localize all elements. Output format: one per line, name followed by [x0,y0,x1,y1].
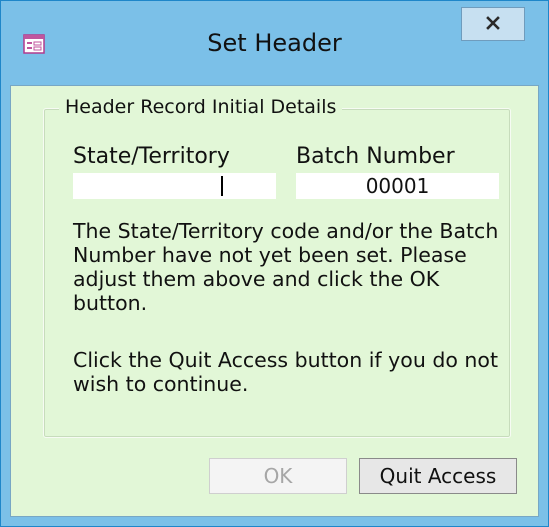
title-bar[interactable]: Set Header [1,1,548,85]
group-title: Header Record Initial Details [59,96,343,118]
quit-access-button[interactable]: Quit Access [359,458,517,494]
state-territory-combobox[interactable] [73,173,327,199]
not-set-message: The State/Territory code and/or the Batc… [73,219,499,315]
dialog-window: Set Header Header Record Initial Details… [0,0,549,527]
close-button[interactable] [461,7,525,41]
quit-instructions-message: Click the Quit Access button if you do n… [73,348,498,396]
batch-number-label: Batch Number [296,144,455,169]
close-icon [486,15,500,34]
state-territory-label: State/Territory [73,144,230,169]
dialog-body: Header Record Initial Details State/Terr… [10,85,539,517]
ok-button[interactable]: OK [209,458,347,494]
batch-number-field[interactable]: 00001 [296,173,499,199]
text-cursor [221,176,223,196]
